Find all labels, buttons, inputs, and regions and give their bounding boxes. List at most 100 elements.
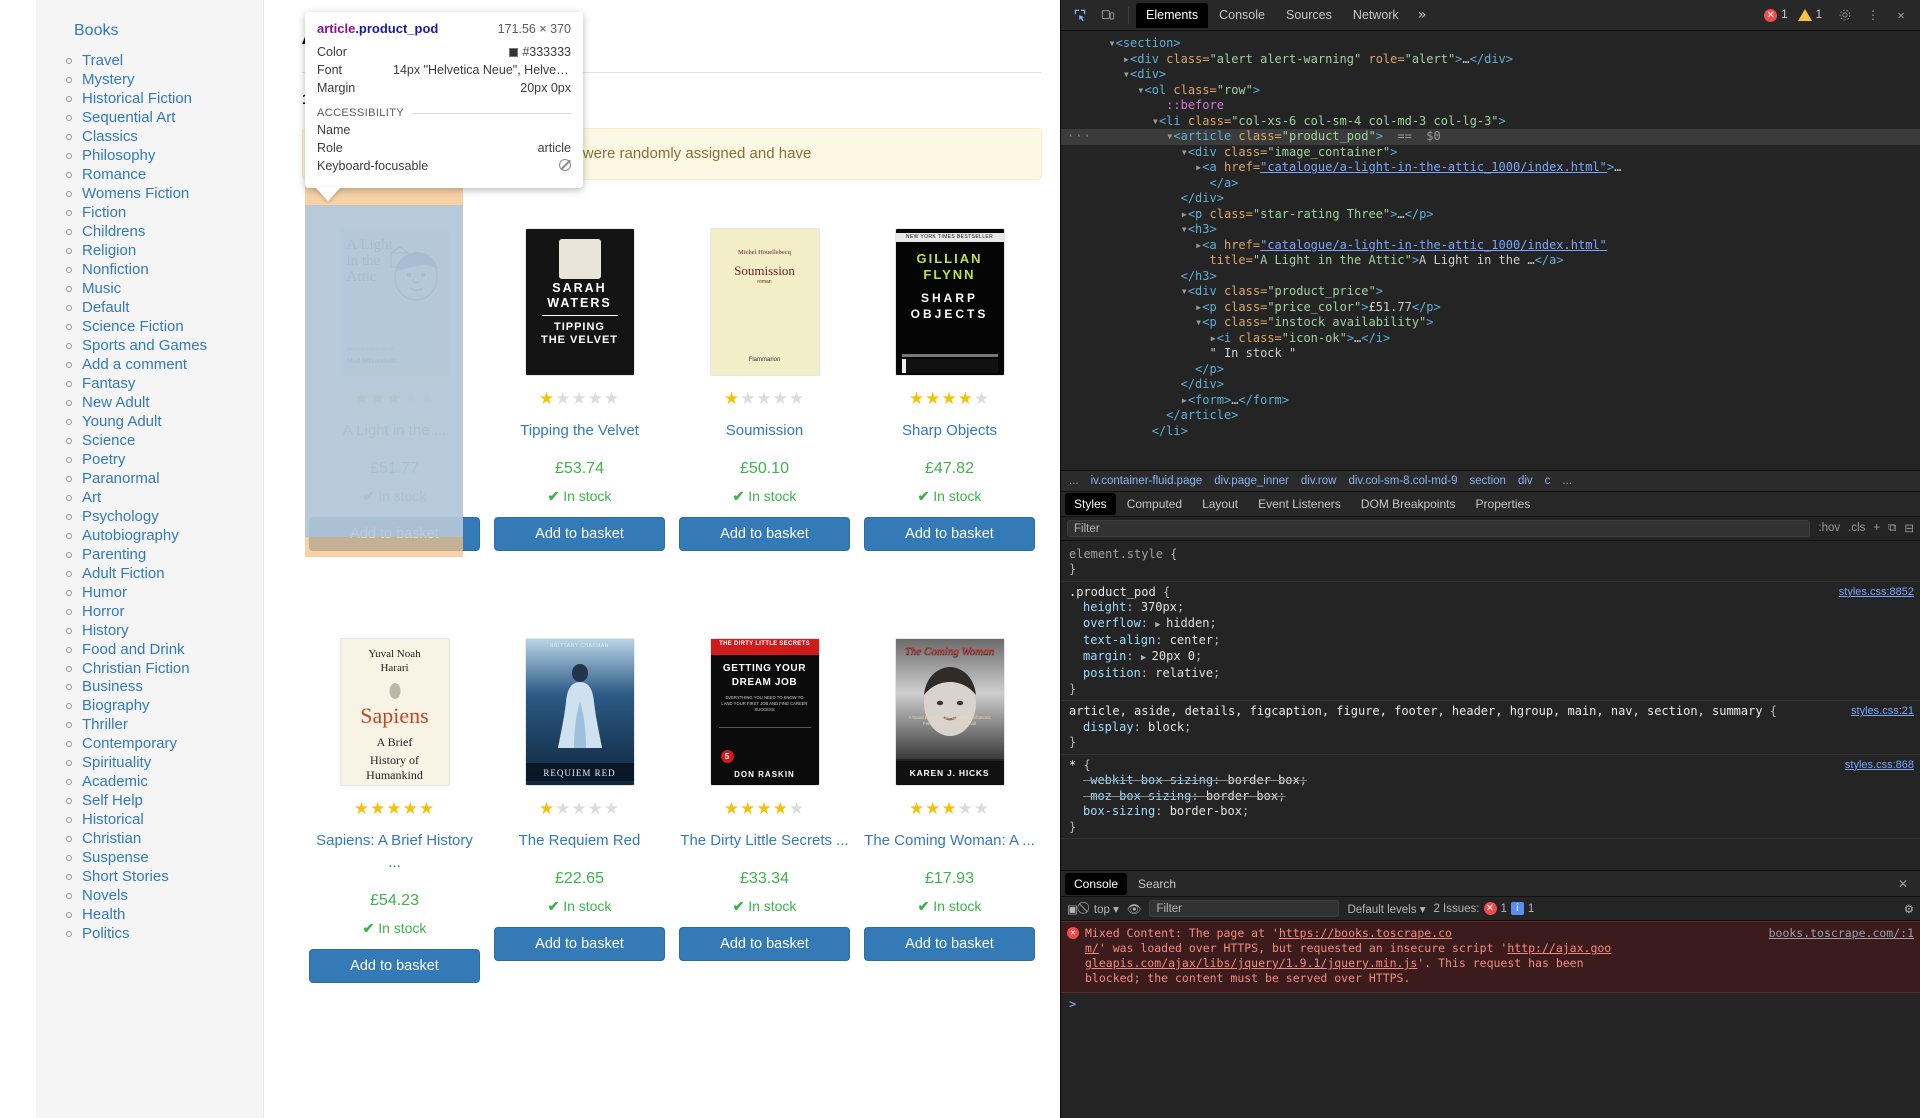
dom-tree-node[interactable]: </h3> (1061, 269, 1920, 285)
sidebar-item-suspense[interactable]: Suspense (66, 849, 263, 868)
sidebar-item-label[interactable]: Thriller (82, 716, 128, 733)
book-cover-image[interactable]: BRITTANY CHAPMAN REQUIEM RED (524, 638, 635, 786)
style-selector[interactable]: element.style { (1069, 547, 1912, 563)
sidebar-item-historical-fiction[interactable]: Historical Fiction (66, 90, 263, 109)
add-to-basket-button[interactable]: Add to basket (309, 949, 480, 983)
more-vertical-icon[interactable]: ⋮ (1860, 3, 1886, 27)
console-filter-input[interactable]: Filter (1149, 900, 1340, 917)
style-declaration[interactable]: position: relative; (1069, 666, 1912, 682)
breadcrumb-item[interactable]: section (1470, 475, 1506, 487)
add-to-basket-button[interactable]: Add to basket (494, 517, 665, 551)
product-card[interactable]: NEW YORK TIMES BESTSELLER GILLIAN FLYNN SHA… (864, 206, 1035, 576)
sidebar-item-label[interactable]: Business (82, 678, 143, 695)
sidebar-item-label[interactable]: Historical Fiction (82, 90, 192, 107)
console-prompt[interactable]: > (1061, 993, 1920, 1015)
sidebar-item-label[interactable]: Sequential Art (82, 109, 175, 126)
book-cover-image[interactable]: Yuval Noah Harari Sapiens A Brief History of… (339, 638, 450, 786)
sidebar-item-label[interactable]: Poetry (82, 451, 125, 468)
breadcrumb-item[interactable]: div.page_inner (1214, 475, 1289, 487)
sidebar-item-classics[interactable]: Classics (66, 128, 263, 147)
product-title-link[interactable]: The Dirty Little Secrets ... (680, 832, 848, 849)
product-card[interactable]: BRITTANY CHAPMAN REQUIEM RED ★★★★★ The Re… (494, 616, 665, 986)
sidebar-item-label[interactable]: Christian Fiction (82, 660, 190, 677)
dom-tree-node[interactable]: ▾<ol class="row"> (1061, 83, 1920, 99)
styles-tab-event-listeners[interactable]: Event Listeners (1249, 493, 1350, 515)
sidebar-item-add-a-comment[interactable]: Add a comment (66, 356, 263, 375)
sidebar-item-label[interactable]: Self Help (82, 792, 143, 809)
warning-count-badge[interactable]: 1 (1797, 9, 1822, 21)
product-title-link[interactable]: Tipping the Velvet (520, 422, 639, 439)
sidebar-item-art[interactable]: Art (66, 489, 263, 508)
style-source-link[interactable]: styles.css:8852 (1839, 585, 1914, 601)
dom-tree-node[interactable]: ▸<p class="star-rating Three">…</p> (1061, 207, 1920, 223)
style-declaration[interactable]: margin: ▶ 20px 0; (1069, 649, 1912, 667)
style-declaration[interactable]: overflow: ▶ hidden; (1069, 616, 1912, 634)
sidebar-item-biography[interactable]: Biography (66, 697, 263, 716)
sidebar-item-label[interactable]: Humor (82, 584, 127, 601)
sidebar-item-label[interactable]: Sports and Games (82, 337, 207, 354)
sidebar-item-psychology[interactable]: Psychology (66, 508, 263, 527)
product-title-link[interactable]: The Requiem Red (519, 832, 641, 849)
dom-tree-node[interactable]: ▸<form>…</form> (1061, 393, 1920, 409)
gear-icon[interactable] (1832, 3, 1858, 27)
styles-cls-button[interactable]: .cls (1848, 522, 1865, 534)
sidebar-item-label[interactable]: Paranormal (82, 470, 160, 487)
sidebar-item-label[interactable]: Contemporary (82, 735, 177, 752)
sidebar-item-new-adult[interactable]: New Adult (66, 394, 263, 413)
drawer-tab-console[interactable]: Console (1065, 872, 1128, 895)
sidebar-item-paranormal[interactable]: Paranormal (66, 470, 263, 489)
breadcrumb-item[interactable]: c (1545, 475, 1551, 487)
inspect-icon[interactable] (1067, 3, 1093, 27)
styles-hov-button[interactable]: :hov (1818, 522, 1840, 534)
sidebar-item-romance[interactable]: Romance (66, 166, 263, 185)
sidebar-item-travel[interactable]: Travel (66, 52, 263, 71)
sidebar-item-science-fiction[interactable]: Science Fiction (66, 318, 263, 337)
breadcrumb-item[interactable]: div.col-sm-8.col-md-9 (1348, 475, 1457, 487)
sidebar-item-label[interactable]: Food and Drink (82, 641, 185, 658)
sidebar-item-label[interactable]: Womens Fiction (82, 185, 189, 202)
console-error-link-2[interactable]: http://ajax.goo (1507, 941, 1611, 955)
console-levels-selector[interactable]: Default levels ▾ (1347, 902, 1425, 916)
book-cover-image[interactable]: SARAH WATERS TIPPING THE VELVET (524, 228, 635, 376)
sidebar-item-history[interactable]: History (66, 622, 263, 641)
add-to-basket-button[interactable]: Add to basket (679, 927, 850, 961)
product-card[interactable]: Michel Houellebecq Soumission roman Flammar… (679, 206, 850, 576)
styles-tab-styles[interactable]: Styles (1065, 492, 1116, 515)
styles-tab-layout[interactable]: Layout (1193, 493, 1247, 515)
dom-tree-node[interactable]: ▾<p class="instock availability"> (1061, 315, 1920, 331)
sidebar-item-religion[interactable]: Religion (66, 242, 263, 261)
style-selector[interactable]: * { (1069, 758, 1912, 774)
sidebar-item-sequential-art[interactable]: Sequential Art (66, 109, 263, 128)
sidebar-item-childrens[interactable]: Childrens (66, 223, 263, 242)
add-to-basket-button[interactable]: Add to basket (679, 517, 850, 551)
sidebar-item-short-stories[interactable]: Short Stories (66, 868, 263, 887)
add-to-basket-button[interactable]: Add to basket (494, 927, 665, 961)
style-selector[interactable]: .product_pod { (1069, 585, 1912, 601)
sidebar-item-horror[interactable]: Horror (66, 603, 263, 622)
dom-tree-node[interactable]: ▾<h3> (1061, 222, 1920, 238)
sidebar-item-self-help[interactable]: Self Help (66, 792, 263, 811)
sidebar-item-label[interactable]: Default (82, 299, 130, 316)
sidebar-item-poetry[interactable]: Poetry (66, 451, 263, 470)
dom-tree-node[interactable]: ▾<section> (1061, 36, 1920, 52)
style-rule[interactable]: styles.css:868 * {-webkit-box-sizing: bor… (1061, 755, 1920, 840)
dom-tree-node[interactable]: " In stock " (1061, 346, 1920, 362)
sidebar-item-label[interactable]: Biography (82, 697, 150, 714)
dom-tree-node[interactable]: </li> (1061, 424, 1920, 440)
dom-tree-node[interactable]: title="A Light in the Attic">A Light in … (1061, 253, 1920, 269)
dom-tree-node[interactable]: ▸<a href="catalogue/a-light-in-the-attic… (1061, 160, 1920, 176)
dom-tree-node[interactable]: </a> (1061, 176, 1920, 192)
sidebar-item-label[interactable]: Academic (82, 773, 148, 790)
styles-new-rule-button[interactable]: + (1873, 522, 1880, 534)
style-rule[interactable]: styles.css:8852 .product_pod {height: 370… (1061, 582, 1920, 702)
add-to-basket-button[interactable]: Add to basket (864, 927, 1035, 961)
sidebar-item-label[interactable]: Psychology (82, 508, 159, 525)
dom-tree-node-selected[interactable]: ▾<article class="product_pod"> == $0 (1061, 129, 1920, 145)
style-declaration[interactable]: -moz-box-sizing: border-box; (1069, 789, 1912, 805)
devtools-tab-elements[interactable]: Elements (1136, 2, 1209, 28)
sidebar-item-label[interactable]: Fiction (82, 204, 126, 221)
sidebar-item-fantasy[interactable]: Fantasy (66, 375, 263, 394)
sidebar-item-label[interactable]: Music (82, 280, 121, 297)
style-source-link[interactable]: styles.css:868 (1845, 758, 1914, 774)
sidebar-item-historical[interactable]: Historical (66, 811, 263, 830)
